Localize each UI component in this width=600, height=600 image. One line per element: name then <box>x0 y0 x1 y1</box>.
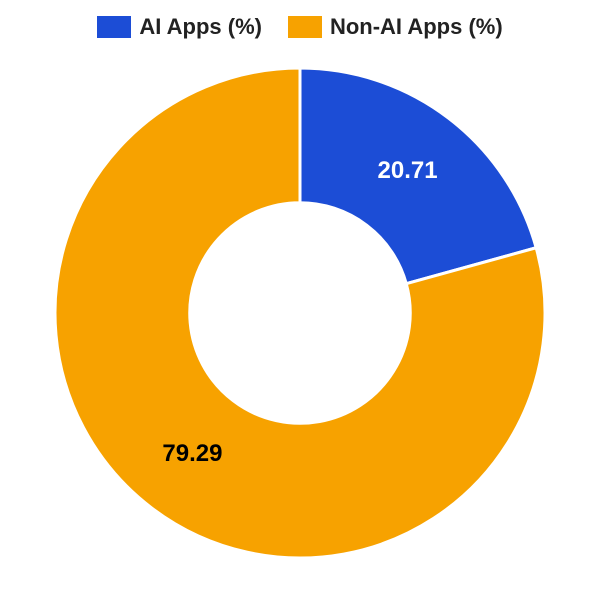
legend-item-nonai: Non-AI Apps (%) <box>288 14 503 40</box>
slice-value-0: 20.71 <box>378 157 438 185</box>
donut-chart: 20.71 79.29 <box>0 40 600 585</box>
legend-label-nonai: Non-AI Apps (%) <box>330 14 503 40</box>
donut-svg <box>30 43 570 583</box>
chart-legend: AI Apps (%) Non-AI Apps (%) <box>0 0 600 40</box>
legend-item-ai: AI Apps (%) <box>97 14 262 40</box>
legend-swatch-nonai <box>288 16 322 38</box>
legend-label-ai: AI Apps (%) <box>139 14 262 40</box>
legend-swatch-ai <box>97 16 131 38</box>
slice-value-1: 79.29 <box>162 440 222 468</box>
